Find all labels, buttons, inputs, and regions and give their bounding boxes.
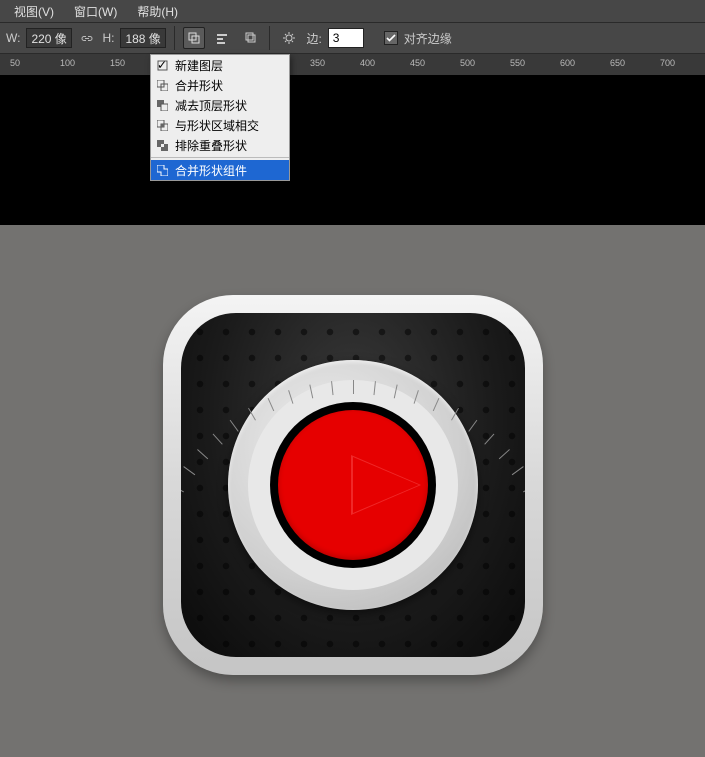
- ruler-tick: 450: [410, 58, 425, 68]
- ruler-tick: 600: [560, 58, 575, 68]
- dropdown-item-merge[interactable]: 合并形状: [151, 75, 289, 95]
- intersect-icon: [155, 118, 169, 132]
- link-icon[interactable]: [78, 29, 96, 47]
- exclude-icon: [155, 138, 169, 152]
- ruler-tick: 550: [510, 58, 525, 68]
- path-operations-dropdown: ✓ 新建图层 合并形状 减去顶层形状 与形状区域相交 排除重叠形状 合并形状组件: [150, 54, 290, 181]
- dropdown-item-new-layer[interactable]: ✓ 新建图层: [151, 55, 289, 75]
- merge-all-icon: [155, 163, 169, 177]
- dropdown-separator: [151, 157, 289, 158]
- menu-view[interactable]: 视图(V): [14, 3, 54, 20]
- gear-icon[interactable]: [278, 27, 300, 49]
- ruler-tick: 500: [460, 58, 475, 68]
- artwork-icon: [163, 295, 543, 675]
- check-icon: ✓: [157, 58, 167, 72]
- dropdown-item-intersect[interactable]: 与形状区域相交: [151, 115, 289, 135]
- edge-input[interactable]: 3: [328, 28, 364, 48]
- separator: [269, 26, 270, 50]
- separator: [174, 26, 175, 50]
- dropdown-item-label: 合并形状组件: [175, 162, 247, 179]
- width-input[interactable]: 220 像: [26, 28, 72, 48]
- merge-icon: [155, 78, 169, 92]
- ruler-tick: 150: [110, 58, 125, 68]
- edge-label: 边:: [306, 30, 321, 47]
- horizontal-ruler: 5010015020025030035040045050055060065070…: [0, 54, 705, 76]
- ruler-tick: 50: [10, 58, 20, 68]
- align-icon[interactable]: [211, 27, 233, 49]
- dropdown-item-label: 排除重叠形状: [175, 137, 247, 154]
- canvas-background: [0, 225, 705, 757]
- dropdown-item-label: 减去顶层形状: [175, 97, 247, 114]
- ruler-tick: 400: [360, 58, 375, 68]
- options-toolbar: W: 220 像 H: 188 像 边: 3 对齐边缘: [0, 22, 705, 54]
- pathop-combine-icon[interactable]: [183, 27, 205, 49]
- menubar: 视图(V) 窗口(W) 帮助(H): [0, 0, 705, 22]
- align-edges-label: 对齐边缘: [404, 30, 452, 47]
- ruler-tick: 100: [60, 58, 75, 68]
- menu-window[interactable]: 窗口(W): [74, 3, 117, 20]
- dropdown-item-subtract[interactable]: 减去顶层形状: [151, 95, 289, 115]
- dropdown-item-exclude[interactable]: 排除重叠形状: [151, 135, 289, 155]
- dropdown-item-label: 新建图层: [175, 57, 223, 74]
- dropdown-item-merge-components[interactable]: 合并形状组件: [151, 160, 289, 180]
- height-input[interactable]: 188 像: [120, 28, 166, 48]
- menu-help[interactable]: 帮助(H): [137, 3, 178, 20]
- height-label: H:: [102, 31, 114, 45]
- ruler-tick: 650: [610, 58, 625, 68]
- subtract-icon: [155, 98, 169, 112]
- canvas[interactable]: [0, 75, 705, 757]
- dropdown-item-label: 合并形状: [175, 77, 223, 94]
- ruler-tick: 700: [660, 58, 675, 68]
- width-label: W:: [6, 31, 20, 45]
- align-edges-checkbox[interactable]: [384, 31, 398, 45]
- arrange-icon[interactable]: [239, 27, 261, 49]
- ruler-tick: 350: [310, 58, 325, 68]
- dropdown-item-label: 与形状区域相交: [175, 117, 259, 134]
